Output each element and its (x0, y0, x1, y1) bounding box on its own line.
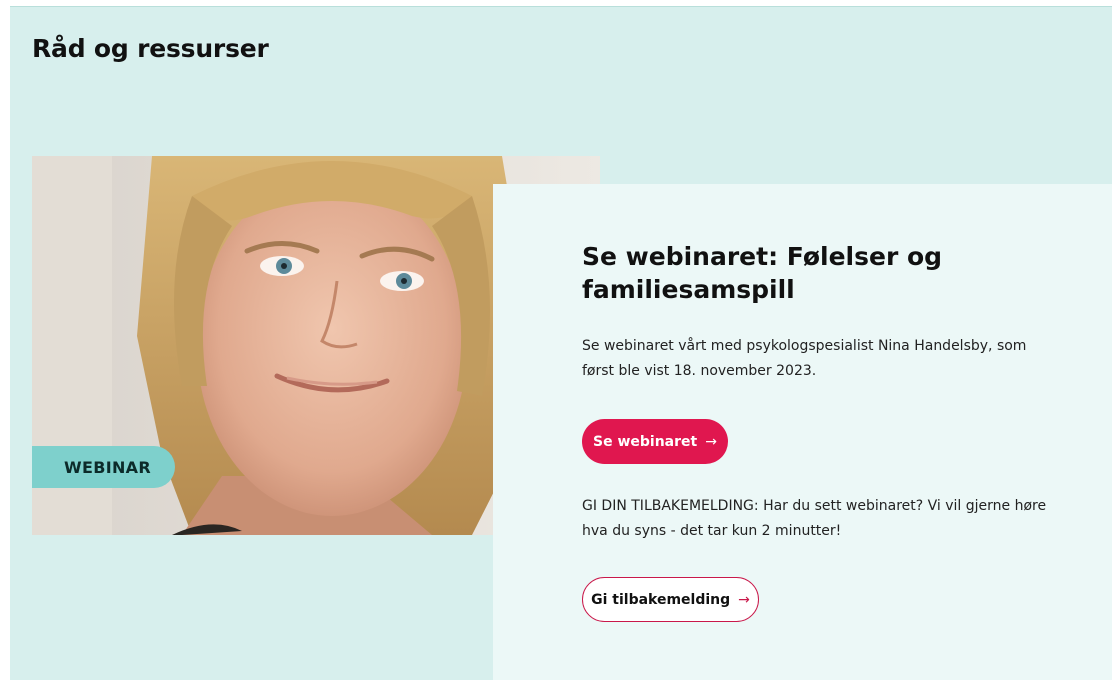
webinar-tag: WEBINAR (32, 446, 175, 488)
top-divider (10, 6, 1112, 7)
watch-webinar-label: Se webinaret (593, 433, 698, 450)
section-title: Råd og ressurser (32, 34, 269, 63)
card-title: Se webinaret: Følelser og familiesamspil… (582, 242, 943, 304)
arrow-right-icon: → (705, 433, 717, 450)
give-feedback-label: Gi tilbakemelding (591, 591, 731, 608)
watch-webinar-button[interactable]: Se webinaret → (582, 419, 728, 464)
card-description: Se webinaret vårt med psykologspesialist… (582, 338, 1027, 379)
feedback-text: GI DIN TILBAKEMELDING: Har du sett webin… (582, 498, 1047, 539)
give-feedback-button[interactable]: Gi tilbakemelding → (582, 577, 759, 622)
arrow-right-icon: → (738, 591, 750, 608)
